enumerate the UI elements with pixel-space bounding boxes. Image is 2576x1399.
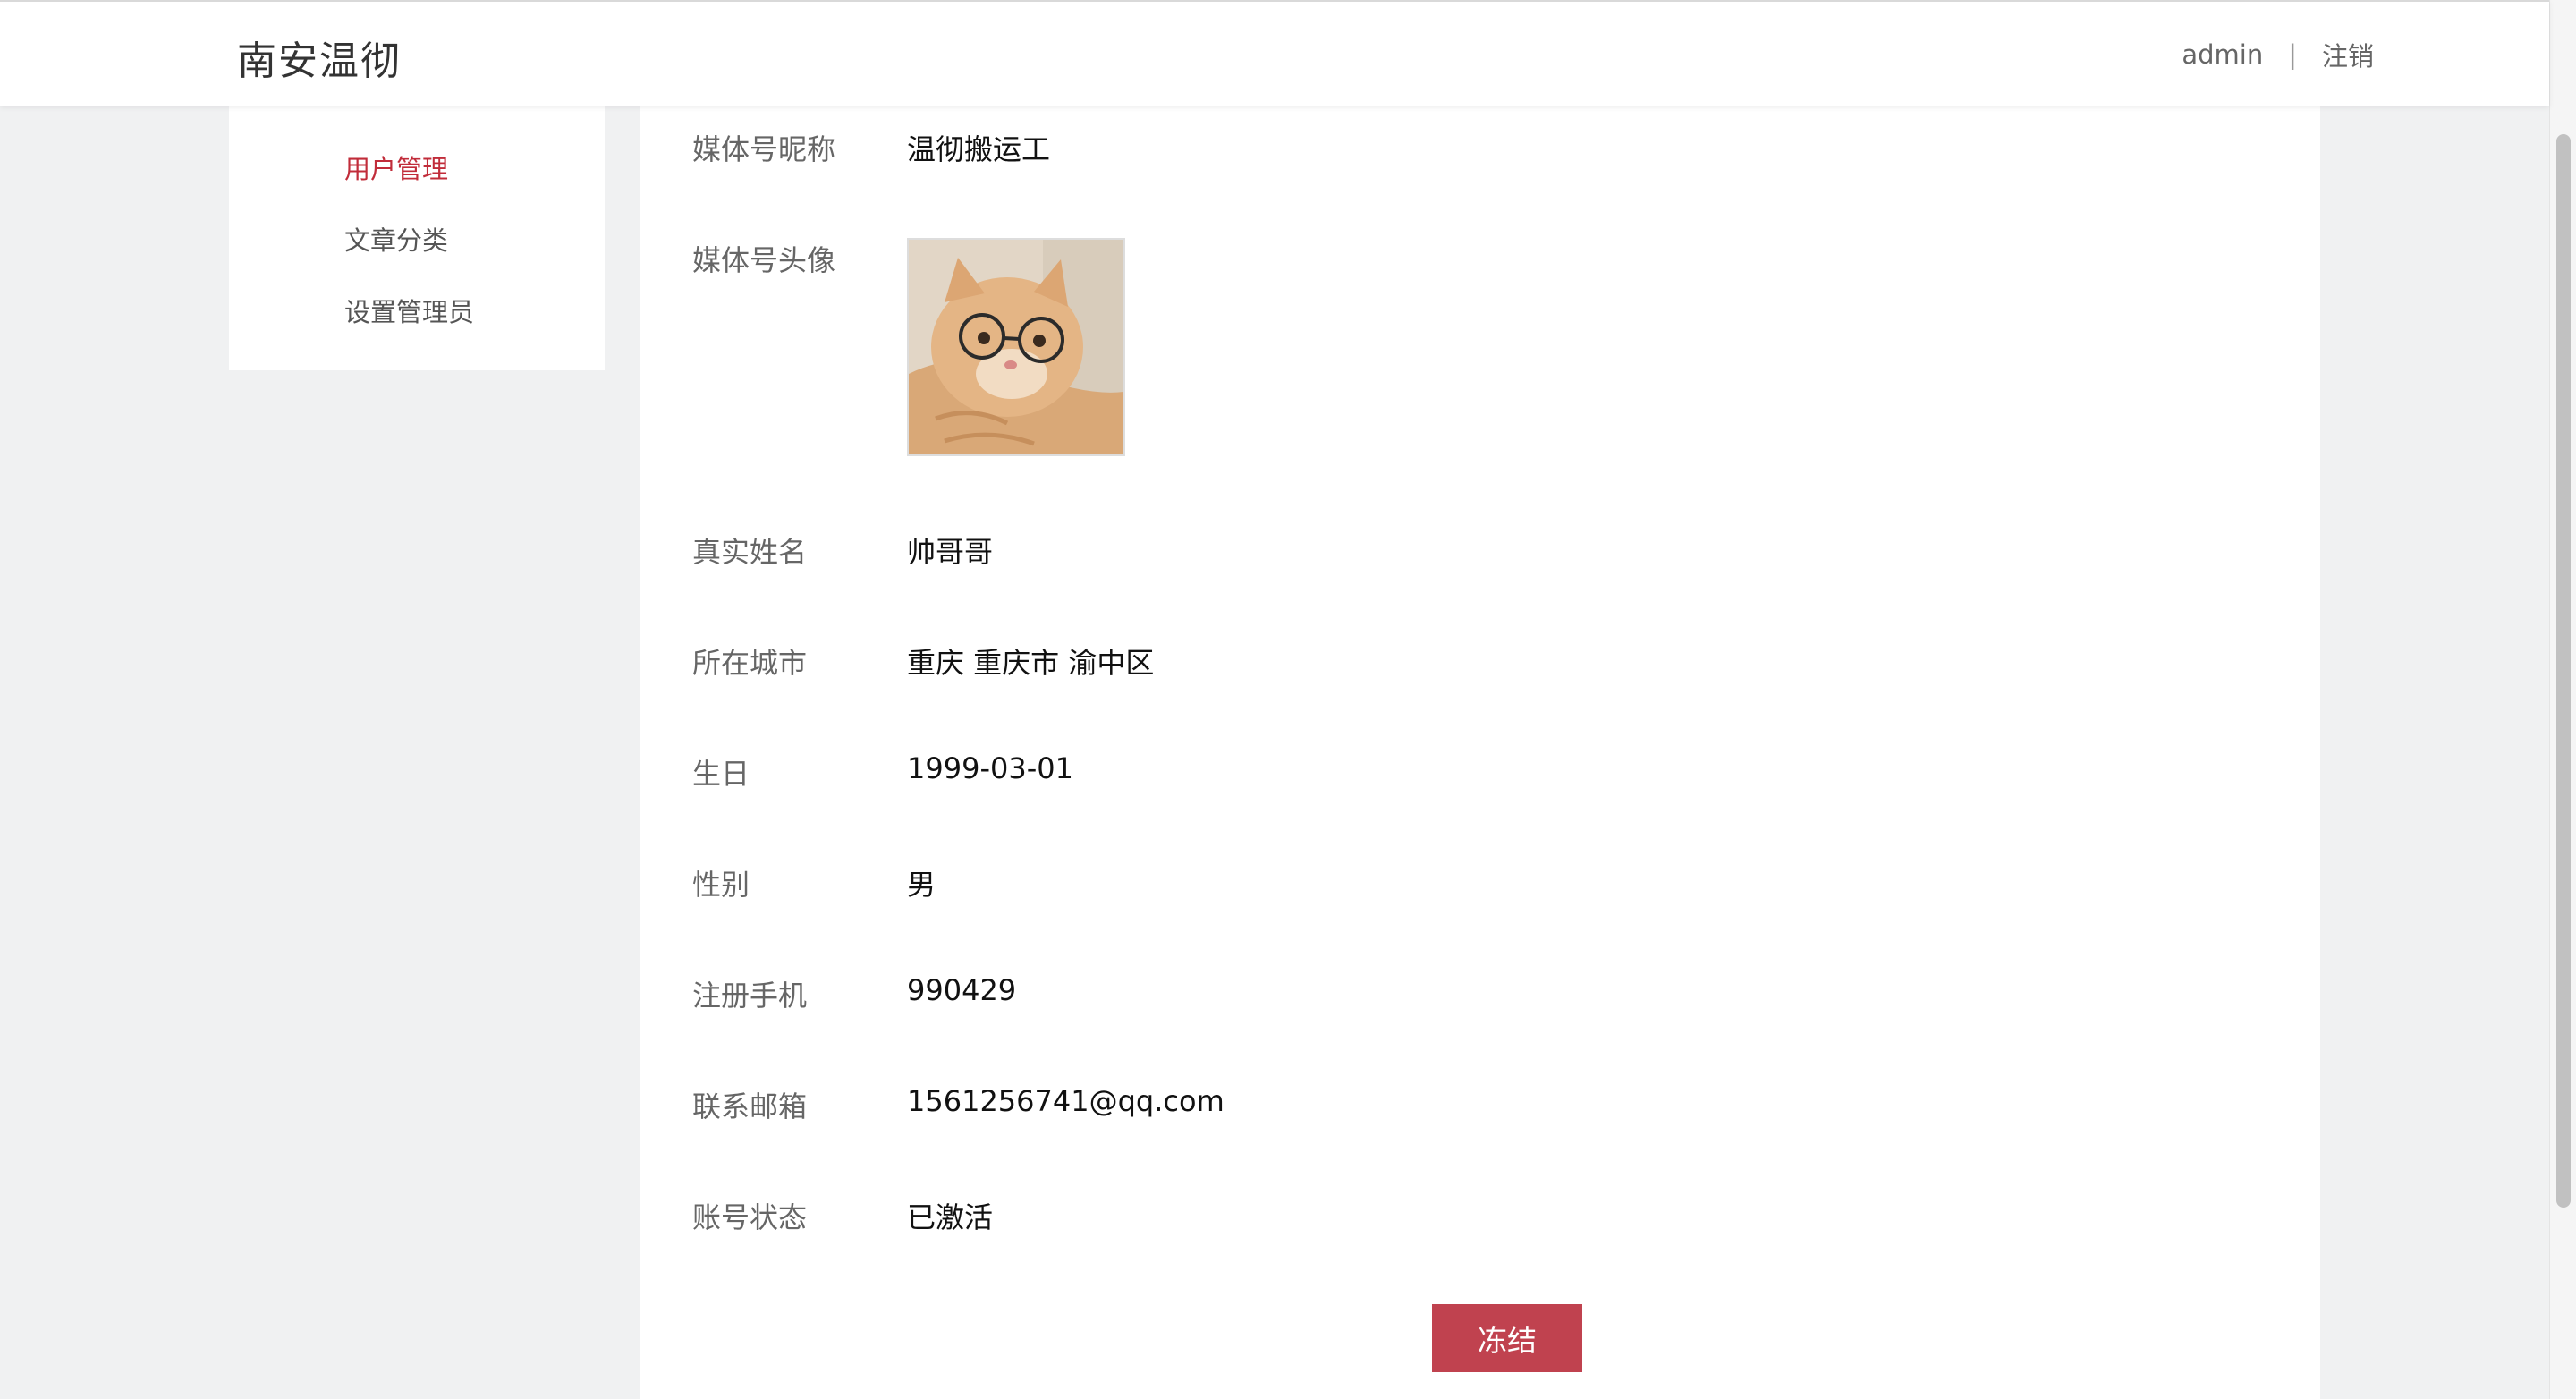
real-name-value: 帅哥哥 (907, 535, 994, 569)
user-detail-panel: 媒体号昵称 温彻搬运工 媒体号头像 真实姓名 帅哥哥 所在城市 重庆 重庆市 渝… (640, 104, 2320, 1399)
sidebar-menu: 用户管理 文章分类 设置管理员 (229, 104, 605, 370)
sidebar-item-article-category[interactable]: 文章分类 (344, 220, 448, 258)
logout-link[interactable]: 注销 (2322, 36, 2374, 73)
sidebar-item-set-admin[interactable]: 设置管理员 (344, 292, 474, 329)
avatar-image (909, 240, 1123, 454)
top-header: 南安温彻 admin | 注销 (0, 0, 2549, 106)
site-logo[interactable]: 南安温彻 (237, 29, 402, 86)
admin-username-link[interactable]: admin (2182, 39, 2263, 70)
gender-value: 男 (907, 868, 936, 902)
phone-label: 注册手机 (692, 979, 808, 1013)
media-name-label: 媒体号昵称 (692, 132, 836, 166)
city-value: 重庆 重庆市 渝中区 (907, 646, 1155, 680)
real-name-label: 真实姓名 (692, 535, 808, 569)
avatar-label: 媒体号头像 (692, 243, 836, 277)
birthday-value: 1999-03-01 (907, 751, 1073, 785)
scrollbar-thumb[interactable] (2556, 134, 2571, 1208)
header-user-area: admin | 注销 (2182, 36, 2374, 73)
status-value: 已激活 (907, 1200, 994, 1234)
email-value: 1561256741@qq.com (907, 1084, 1224, 1118)
page-scrollbar[interactable] (2549, 0, 2576, 1399)
cat-with-glasses-avatar-icon (907, 238, 1125, 456)
sidebar-item-user-management[interactable]: 用户管理 (344, 148, 448, 186)
header-separator: | (2288, 39, 2297, 70)
email-label: 联系邮箱 (692, 1090, 808, 1123)
birthday-label: 生日 (692, 757, 750, 791)
city-label: 所在城市 (692, 646, 808, 680)
media-name-value: 温彻搬运工 (907, 132, 1051, 166)
freeze-button[interactable]: 冻结 (1432, 1304, 1582, 1372)
phone-value: 990429 (907, 973, 1017, 1007)
gender-label: 性别 (692, 868, 750, 902)
status-label: 账号状态 (692, 1200, 808, 1234)
